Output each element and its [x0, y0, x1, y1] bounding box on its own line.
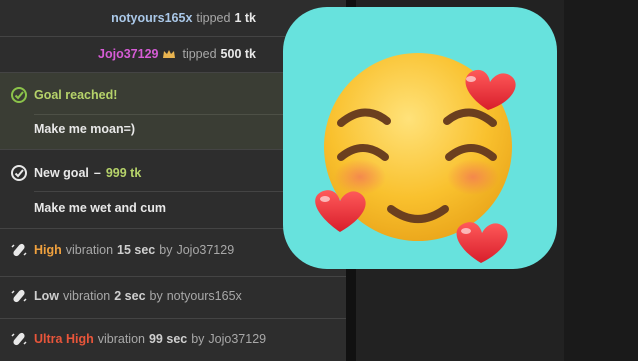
vibration-level: Low [34, 289, 59, 303]
vibration-level: Ultra High [34, 332, 94, 346]
vibration-duration: 99 sec [148, 332, 188, 346]
vibration-by: by [159, 243, 173, 257]
tip-amount: 1 tk [234, 11, 256, 25]
vibration-icon [11, 289, 27, 303]
vibration-level: High [34, 243, 62, 257]
vibration-icon [11, 243, 27, 257]
vibration-message: Ultra High vibration 99 sec by Jojo37129 [0, 322, 346, 356]
new-goal-text: Make me wet and cum [34, 201, 166, 215]
new-goal-amount: 999 tk [105, 166, 142, 180]
row-divider [0, 276, 346, 277]
row-divider [0, 318, 346, 319]
goal-icon [11, 165, 27, 181]
vibration-word: vibration [63, 289, 111, 303]
vibration-by: by [191, 332, 205, 346]
goal-reached-title: Goal reached! [34, 88, 118, 102]
vibration-icon [11, 332, 27, 346]
vibration-duration: 15 sec [117, 243, 156, 257]
goal-reached-text: Make me moan=) [34, 122, 136, 136]
vibration-word: vibration [97, 332, 145, 346]
crown-icon [163, 50, 176, 58]
vibration-user[interactable]: notyours165x [167, 289, 242, 303]
vibration-message: Low vibration 2 sec by notyours165x [0, 279, 346, 313]
goal-check-icon [11, 87, 27, 103]
vibration-user[interactable]: Jojo37129 [176, 243, 234, 257]
tip-action: tipped [182, 47, 217, 61]
new-goal-dash: – [93, 166, 101, 180]
smiling-face-with-hearts-emoji [315, 53, 516, 263]
vibration-by: by [149, 289, 163, 303]
vibration-word: vibration [65, 243, 114, 257]
vibration-duration: 2 sec [114, 289, 146, 303]
tipper-username[interactable]: notyours165x [111, 11, 192, 25]
emoji-sticker [283, 7, 557, 269]
tip-amount: 500 tk [220, 47, 256, 61]
new-goal-label: New goal [34, 166, 89, 180]
tipper-username[interactable]: Jojo37129 [98, 47, 158, 61]
tip-action: tipped [196, 11, 231, 25]
right-panel-edge [564, 0, 638, 361]
vibration-user[interactable]: Jojo37129 [208, 332, 266, 346]
